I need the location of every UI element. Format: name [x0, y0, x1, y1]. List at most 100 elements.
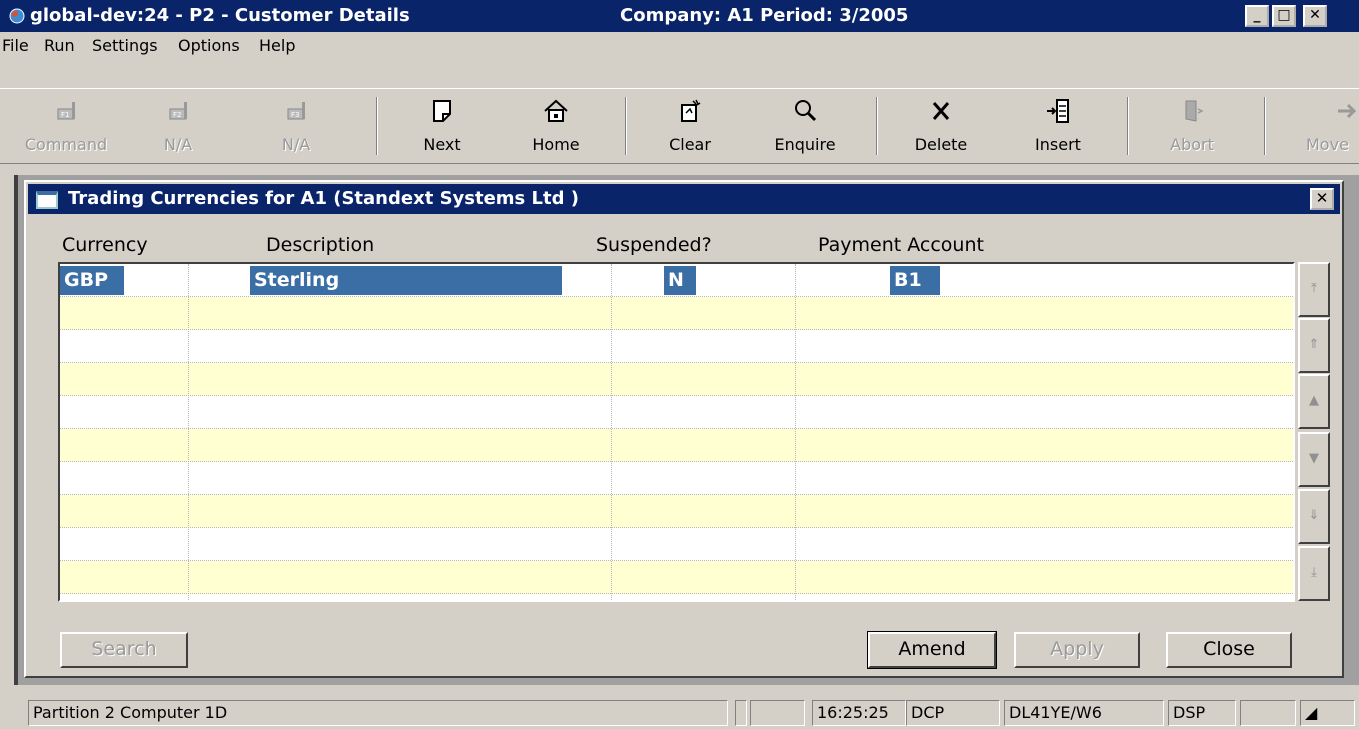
- menu-help[interactable]: Help: [259, 36, 295, 55]
- column-header-suspended[interactable]: Suspended?: [596, 234, 712, 256]
- menu-file[interactable]: File: [2, 36, 29, 55]
- window-icon: [36, 191, 58, 209]
- f3-key-icon: F3: [248, 97, 344, 129]
- abort-button[interactable]: Abort: [1144, 93, 1240, 163]
- double-chevron-up-icon: ⇑: [1308, 337, 1320, 352]
- maximize-button[interactable]: □: [1272, 5, 1296, 27]
- status-time: 16:25:25: [812, 700, 906, 726]
- f1-key-icon: F1: [18, 97, 114, 129]
- status-bar: Partition 2 Computer 1D 16:25:25 DCP DL4…: [0, 697, 1359, 729]
- scroll-down-button[interactable]: ▼: [1298, 432, 1330, 487]
- trading-currencies-dialog: Trading Currencies for A1 (Standext Syst…: [24, 180, 1344, 678]
- next-button[interactable]: Next: [394, 93, 490, 163]
- command-button[interactable]: F1 Command: [18, 93, 114, 163]
- f3-na-button[interactable]: F3 N/A: [248, 93, 344, 163]
- table-row[interactable]: [60, 561, 1293, 594]
- resize-grip-icon: ◢: [1305, 703, 1318, 722]
- scroll-up-button[interactable]: ▲: [1298, 374, 1330, 429]
- table-row[interactable]: [60, 330, 1293, 363]
- status-mode: DCP: [906, 700, 1000, 726]
- menu-run[interactable]: Run: [44, 36, 75, 55]
- table-row[interactable]: [60, 429, 1293, 462]
- column-divider: [795, 264, 796, 600]
- insert-button[interactable]: Insert: [1010, 93, 1106, 163]
- toolbar-separator: [1127, 97, 1129, 155]
- menu-settings[interactable]: Settings: [92, 36, 158, 55]
- close-icon: ✕: [1315, 189, 1329, 207]
- svg-text:F3: F3: [291, 111, 299, 119]
- resize-grip[interactable]: ◢: [1300, 700, 1355, 726]
- minimize-button[interactable]: _: [1245, 5, 1269, 27]
- table-row[interactable]: [60, 297, 1293, 330]
- page-icon: [394, 97, 490, 129]
- status-blank: [1240, 700, 1296, 726]
- cell-currency[interactable]: GBP: [60, 266, 124, 295]
- close-window-button[interactable]: ✕: [1303, 5, 1327, 27]
- table-row[interactable]: [60, 363, 1293, 396]
- cell-description[interactable]: Sterling: [250, 266, 562, 295]
- table-row[interactable]: [60, 396, 1293, 429]
- table-row[interactable]: GBP Sterling N B1: [60, 264, 1293, 297]
- home-icon: [508, 97, 604, 129]
- f2-na-button[interactable]: F2 N/A: [130, 93, 226, 163]
- column-header-currency[interactable]: Currency: [62, 234, 148, 256]
- toolbar-separator: [876, 97, 878, 155]
- dialog-title: Trading Currencies for A1 (Standext Syst…: [68, 188, 579, 209]
- chevron-down-icon: ▼: [1309, 451, 1319, 466]
- status-blank: [735, 700, 747, 726]
- scroll-first-button[interactable]: ⤒: [1298, 262, 1330, 317]
- enquire-button[interactable]: Enquire: [757, 93, 853, 163]
- menu-options[interactable]: Options: [178, 36, 240, 55]
- cell-suspended[interactable]: N: [664, 266, 696, 295]
- app-icon[interactable]: [8, 7, 26, 25]
- grid-scrollbar: ⤒ ⇑ ▲ ▼ ⇓ ⤓: [1298, 262, 1330, 602]
- delete-button[interactable]: Delete: [893, 93, 989, 163]
- status-display: DSP: [1168, 700, 1236, 726]
- currencies-grid: GBP Sterling N B1: [58, 262, 1295, 602]
- arrow-right-icon: [1306, 97, 1359, 129]
- exit-door-icon: [1144, 97, 1240, 129]
- clear-button[interactable]: Clear: [642, 93, 738, 163]
- status-terminal: DL41YE/W6: [1004, 700, 1164, 726]
- status-partition: Partition 2 Computer 1D: [28, 700, 728, 726]
- double-bar-down-icon: ⤓: [1311, 565, 1317, 580]
- table-row[interactable]: [60, 528, 1293, 561]
- insert-icon: [1010, 97, 1106, 129]
- toolbar: F1 Command F2 N/A F3 N/A Next Home Clear…: [0, 88, 1359, 164]
- amend-button[interactable]: Amend: [867, 631, 997, 669]
- dialog-close-button[interactable]: ✕: [1310, 188, 1334, 210]
- status-blank: [750, 700, 805, 726]
- x-icon: [893, 97, 989, 129]
- clear-icon: [642, 97, 738, 129]
- search-button[interactable]: Search: [60, 632, 188, 668]
- f2-key-icon: F2: [130, 97, 226, 129]
- column-divider: [188, 264, 189, 600]
- close-icon: ✕: [1309, 7, 1321, 23]
- scroll-page-down-button[interactable]: ⇓: [1298, 489, 1330, 544]
- app-title-bar: global-dev:24 - P2 - Customer Details Co…: [0, 0, 1359, 32]
- chevron-up-icon: ▲: [1309, 393, 1319, 408]
- maximize-icon: □: [1277, 7, 1291, 23]
- double-bar-up-icon: ⤒: [1311, 281, 1317, 296]
- table-row[interactable]: [60, 495, 1293, 528]
- menu-bar: File Run Settings Options Help: [0, 32, 1359, 60]
- close-button[interactable]: Close: [1166, 632, 1292, 668]
- column-header-payment-account[interactable]: Payment Account: [818, 234, 984, 256]
- scroll-last-button[interactable]: ⤓: [1298, 546, 1330, 601]
- move-button[interactable]: Move: [1290, 93, 1359, 163]
- cell-payment-account[interactable]: B1: [890, 266, 940, 295]
- home-button[interactable]: Home: [508, 93, 604, 163]
- toolbar-separator: [1264, 97, 1266, 155]
- minimize-icon: _: [1253, 7, 1261, 23]
- svg-text:F2: F2: [173, 111, 181, 119]
- apply-button[interactable]: Apply: [1014, 632, 1140, 668]
- column-divider: [611, 264, 612, 600]
- column-header-description[interactable]: Description: [266, 234, 374, 256]
- company-period: Company: A1 Period: 3/2005: [620, 5, 909, 26]
- table-row[interactable]: [60, 462, 1293, 495]
- magnifier-icon: [757, 97, 853, 129]
- svg-text:F1: F1: [61, 111, 69, 119]
- toolbar-separator: [376, 97, 378, 155]
- scroll-page-up-button[interactable]: ⇑: [1298, 318, 1330, 373]
- app-title: global-dev:24 - P2 - Customer Details: [30, 5, 410, 26]
